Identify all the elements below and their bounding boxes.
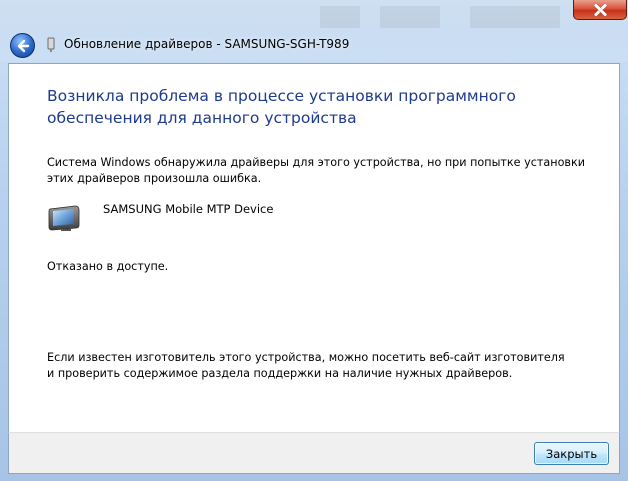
dialog-footer: Закрыть bbox=[8, 432, 620, 474]
back-button[interactable] bbox=[10, 33, 35, 58]
close-icon bbox=[593, 3, 607, 17]
error-message: Отказано в доступе. bbox=[47, 260, 169, 273]
background-window-ghost bbox=[320, 6, 360, 28]
window-close-button[interactable] bbox=[573, 0, 627, 20]
device-icon bbox=[48, 205, 80, 231]
advice-text: Если известен изготовитель этого устройс… bbox=[47, 351, 565, 380]
window-title: Обновление драйверов - SAMSUNG-SGH-T989 bbox=[64, 37, 350, 51]
background-window-ghost bbox=[380, 6, 440, 28]
description-text: Система Windows обнаружила драйверы для … bbox=[47, 156, 586, 185]
dialog-content: Возникла проблема в процессе установки п… bbox=[8, 63, 620, 432]
back-arrow-icon bbox=[17, 39, 29, 52]
close-button[interactable]: Закрыть bbox=[534, 442, 609, 465]
error-heading: Возникла проблема в процессе установки п… bbox=[47, 87, 516, 127]
hardware-wizard-icon bbox=[47, 37, 55, 52]
device-name: SAMSUNG Mobile MTP Device bbox=[103, 202, 274, 216]
background-window-ghost bbox=[470, 6, 560, 28]
